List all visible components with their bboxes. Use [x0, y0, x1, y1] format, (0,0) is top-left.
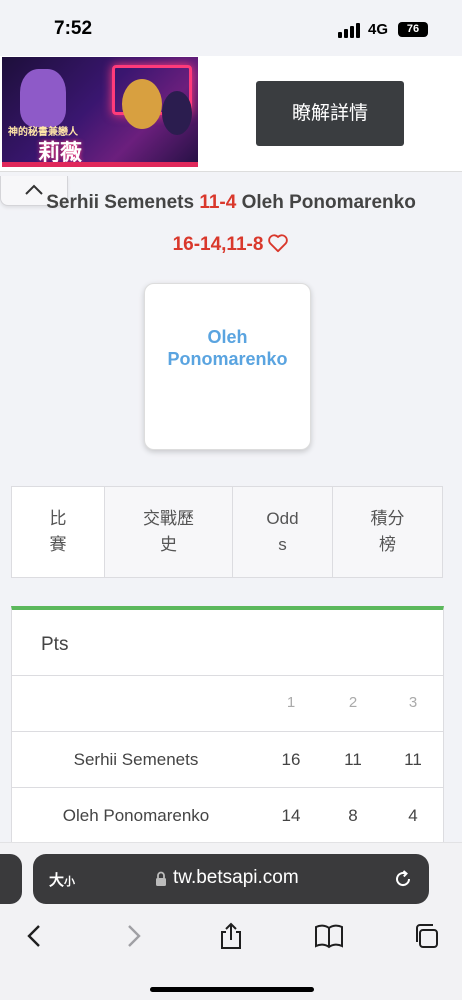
match-tabs: 比賽 交戰歷史 Odds 積分榜 — [11, 486, 443, 578]
match-score: 11-4 — [199, 192, 237, 213]
table-row: Serhii Semenets 16 11 11 — [12, 732, 443, 788]
browser-toolbar: 大小 tw.betsapi.com — [0, 842, 462, 1000]
tabs-icon[interactable] — [412, 921, 442, 951]
home-indicator — [150, 987, 314, 992]
set-score-cell: 11 — [404, 750, 422, 769]
text-size-label: 大 — [49, 872, 65, 889]
set-score-cell: 11 — [344, 750, 362, 769]
battery-icon: 76 — [398, 22, 428, 37]
column-header: 2 — [348, 694, 358, 711]
column-header: 1 — [286, 694, 296, 711]
tab-standings[interactable]: 積分榜 — [333, 487, 442, 577]
set-score-cell: 14 — [281, 806, 301, 825]
table-row: Oleh Ponomarenko 14 8 4 — [12, 788, 443, 844]
tab-match-label: 比賽 — [49, 509, 67, 554]
tab-match[interactable]: 比賽 — [12, 487, 105, 577]
text-size-small-label: 小 — [64, 876, 76, 888]
set-scores-text: 16-14,11-8 — [172, 234, 264, 255]
text-size-button[interactable]: 大小 — [49, 869, 75, 890]
reload-icon[interactable] — [393, 869, 413, 889]
match-title: Serhii Semenets 11-4 Oleh Ponomarenko — [0, 192, 462, 214]
learn-more-button[interactable]: 瞭解詳情 — [256, 81, 404, 146]
network-type: 4G — [368, 21, 389, 38]
ad-image[interactable]: 神的秘書兼戀人 莉薇 — [2, 57, 198, 167]
signal-icon — [338, 22, 362, 38]
url-text[interactable]: tw.betsapi.com — [173, 867, 299, 889]
set-score-cell: 4 — [408, 806, 418, 825]
points-panel: Pts 1 2 3 Serhii Semenets 16 11 11 Oleh … — [11, 606, 444, 846]
tab-head-to-head[interactable]: 交戰歷史 — [105, 487, 233, 577]
heart-icon[interactable] — [267, 233, 289, 253]
status-time: 7:52 — [54, 18, 93, 39]
tab-standings-label: 積分榜 — [370, 509, 405, 554]
bookmarks-icon[interactable] — [314, 921, 344, 951]
back-icon[interactable] — [20, 921, 50, 951]
previous-tab-preview[interactable] — [0, 854, 22, 904]
table-header-row: 1 2 3 — [12, 676, 443, 732]
tab-head-to-head-label: 交戰歷史 — [143, 509, 194, 554]
tab-odds-label: Odds — [266, 509, 299, 554]
player-card-name[interactable]: Oleh Ponomarenko — [145, 326, 310, 370]
player-card[interactable]: Oleh Ponomarenko — [144, 283, 311, 450]
lock-icon — [156, 871, 166, 886]
set-scores: 16-14,11-8 — [0, 233, 462, 256]
tab-odds[interactable]: Odds — [233, 487, 333, 577]
player2-name: Oleh Ponomarenko — [241, 192, 416, 213]
panel-heading: Pts — [12, 610, 443, 676]
forward-icon[interactable] — [118, 921, 148, 951]
player1-name: Serhii Semenets — [46, 192, 195, 213]
set-score-cell: 16 — [281, 750, 301, 769]
share-icon[interactable] — [216, 921, 246, 951]
column-header: 3 — [408, 694, 418, 711]
row-player-name: Serhii Semenets — [73, 750, 199, 769]
set-score-cell: 8 — [348, 806, 358, 825]
address-bar[interactable]: 大小 tw.betsapi.com — [33, 854, 429, 904]
ad-banner[interactable]: 神的秘書兼戀人 莉薇 瞭解詳情 — [0, 56, 462, 172]
row-player-name: Oleh Ponomarenko — [62, 806, 210, 825]
status-bar: 7:52 4G 76 — [0, 0, 462, 56]
